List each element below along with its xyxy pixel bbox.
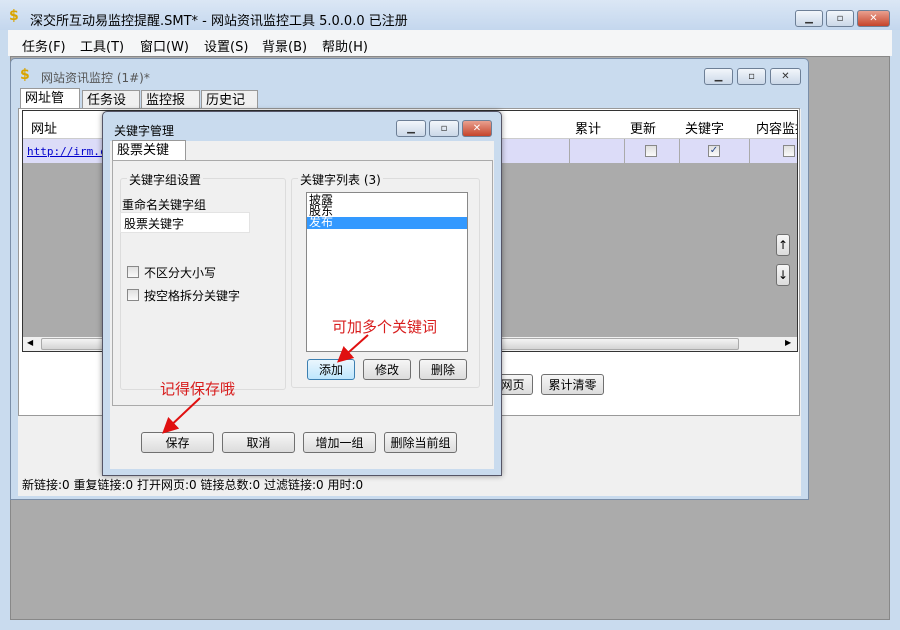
add-arrow-icon bbox=[337, 334, 369, 363]
annotation-arrows bbox=[162, 334, 369, 434]
save-arrow-icon bbox=[162, 397, 201, 434]
